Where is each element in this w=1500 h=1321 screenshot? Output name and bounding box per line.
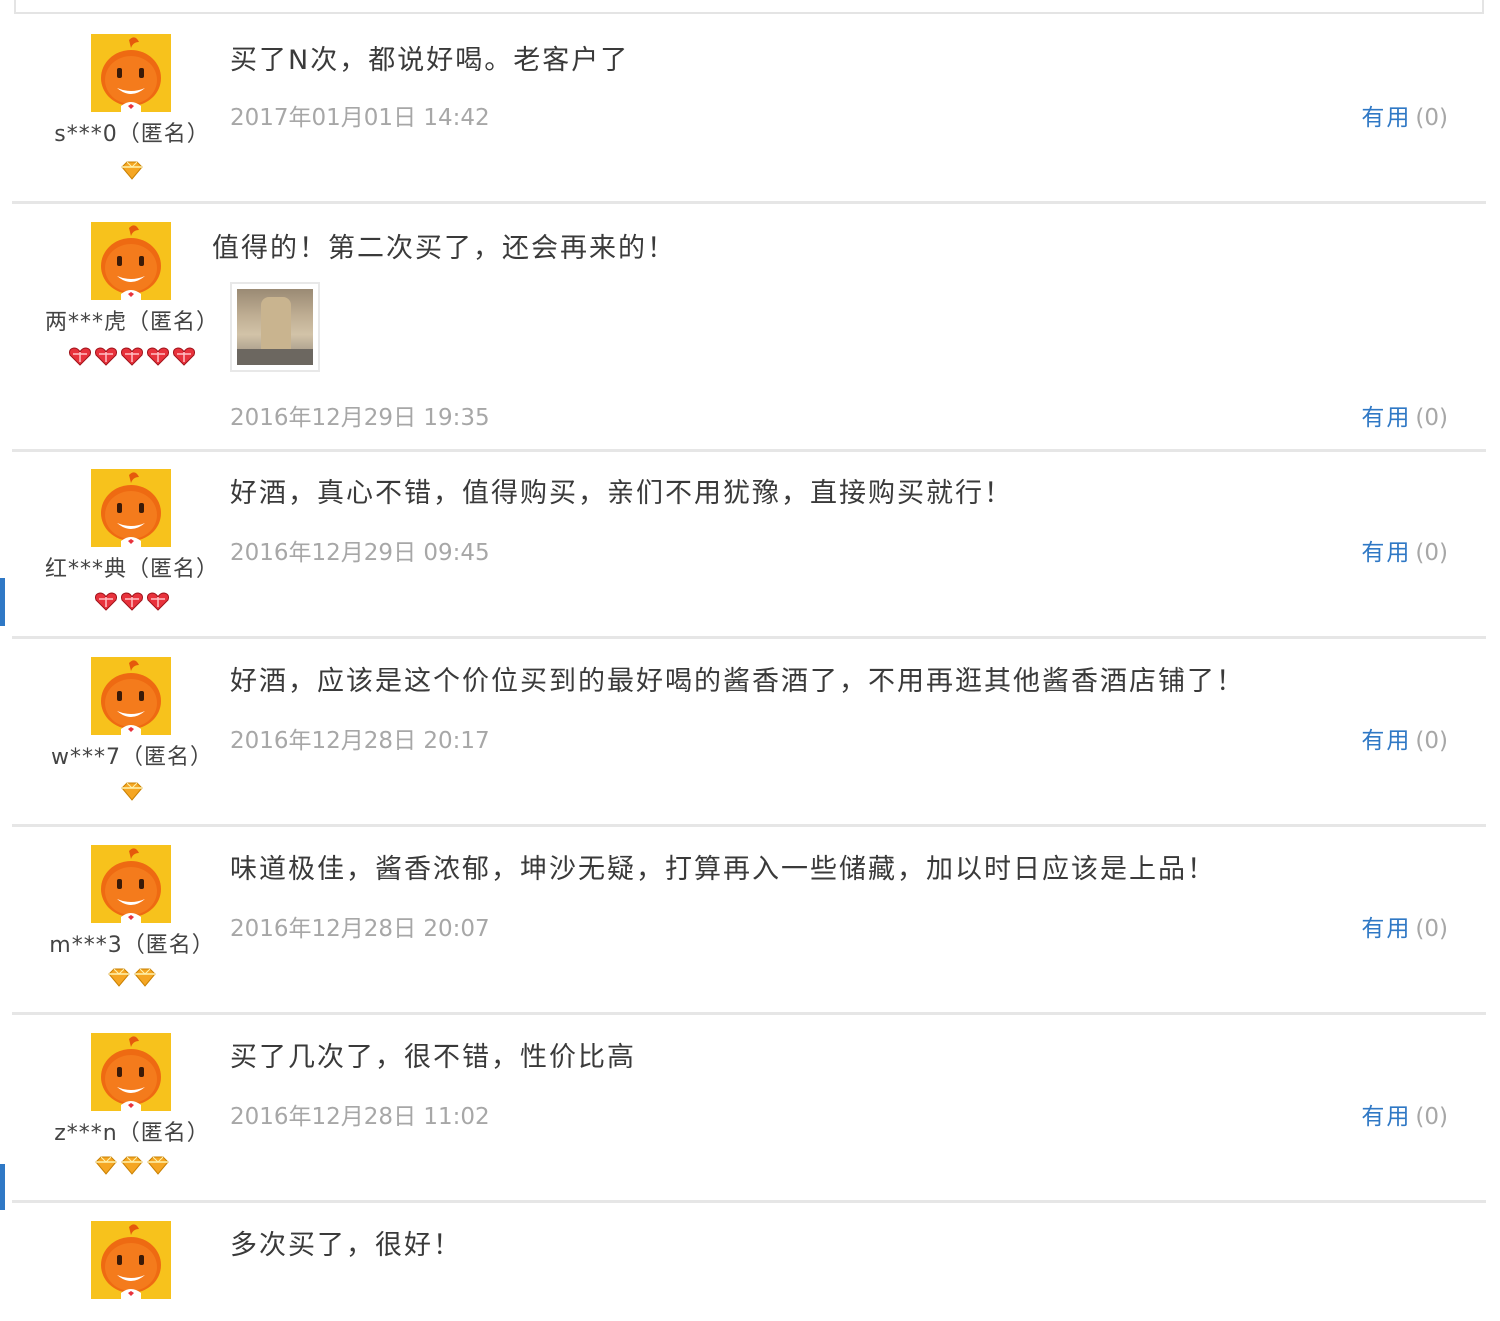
member-level-icons	[12, 160, 252, 180]
review-date: 2016年12月29日 19:35	[230, 405, 490, 431]
heart-icon	[147, 347, 169, 366]
mascot-icon	[91, 845, 171, 923]
avatar	[91, 34, 171, 112]
useful-label[interactable]: 有用	[1361, 1104, 1411, 1130]
mascot-icon	[91, 222, 171, 300]
avatar	[91, 1221, 171, 1299]
diamond-icon	[147, 1156, 169, 1175]
avatar	[91, 469, 171, 547]
useful-button[interactable]: 有用 (0)	[1361, 1097, 1448, 1131]
useful-count: (0)	[1415, 105, 1448, 131]
mascot-icon	[91, 657, 171, 735]
review-text: 味道极佳，酱香浓郁，坤沙无疑，打算再入一些储藏，加以时日应该是上品！	[230, 854, 1216, 885]
diamond-icon	[108, 968, 130, 987]
review-text: 买了N次，都说好喝。老客户了	[230, 45, 630, 76]
reviewer-name: 两***虎（匿名）	[44, 310, 219, 335]
useful-count: (0)	[1415, 728, 1448, 754]
diamond-icon	[121, 1156, 143, 1175]
avatar	[91, 222, 171, 300]
scroll-indicator	[0, 1164, 5, 1210]
member-level-icons	[12, 781, 252, 801]
useful-button[interactable]: 有用 (0)	[1361, 98, 1448, 132]
review-item: s***0（匿名） 买了N次，都说好喝。老客户了 2017年01月01日 14:…	[12, 14, 1486, 204]
mascot-icon	[91, 1033, 171, 1111]
mascot-icon	[91, 34, 171, 112]
reviewer-name: w***7（匿名）	[51, 745, 213, 770]
diamond-icon	[134, 968, 156, 987]
heart-icon	[95, 592, 117, 611]
useful-button[interactable]: 有用 (0)	[1361, 721, 1448, 755]
heart-icon	[69, 347, 91, 366]
heart-icon	[121, 347, 143, 366]
heart-icon	[147, 592, 169, 611]
reviewer-name: s***0（匿名）	[54, 122, 210, 147]
useful-count: (0)	[1415, 1104, 1448, 1130]
useful-label[interactable]: 有用	[1361, 405, 1411, 431]
member-level-icons	[12, 346, 252, 366]
diamond-icon	[121, 161, 143, 180]
review-item: w***7（匿名） 好酒，应该是这个价位买到的最好喝的酱香酒了，不用再逛其他酱香…	[12, 637, 1486, 827]
review-text: 好酒，应该是这个价位买到的最好喝的酱香酒了，不用再逛其他酱香酒店铺了！	[230, 666, 1245, 697]
useful-label[interactable]: 有用	[1361, 105, 1411, 131]
review-text: 好酒，真心不错，值得购买，亲们不用犹豫，直接购买就行！	[230, 478, 1013, 509]
review-text: 买了几次了，很不错，性价比高	[230, 1042, 636, 1073]
avatar	[91, 657, 171, 735]
review-item: z***n（匿名） 买了几次了，很不错，性价比高 2016年12月28日 11:…	[12, 1013, 1486, 1203]
reviewer-name: m***3（匿名）	[49, 933, 215, 958]
useful-label[interactable]: 有用	[1361, 728, 1411, 754]
mascot-icon	[91, 1221, 171, 1299]
useful-button[interactable]: 有用 (0)	[1361, 909, 1448, 943]
useful-label[interactable]: 有用	[1361, 916, 1411, 942]
review-date: 2016年12月29日 09:45	[230, 540, 490, 566]
previous-section-frame	[14, 0, 1484, 14]
heart-icon	[95, 347, 117, 366]
member-level-icons	[12, 1155, 252, 1175]
useful-button[interactable]: 有用 (0)	[1361, 533, 1448, 567]
review-item: 红***典（匿名） 好酒，真心不错，值得购买，亲们不用犹豫，直接购买就行！ 20…	[12, 449, 1486, 639]
member-level-icons	[12, 967, 252, 987]
useful-count: (0)	[1415, 916, 1448, 942]
heart-icon	[173, 347, 195, 366]
member-level-icons	[12, 591, 252, 611]
review-text: 多次买了，很好！	[230, 1230, 462, 1261]
reviewer-name: 红***典（匿名）	[44, 557, 219, 582]
heart-icon	[121, 592, 143, 611]
avatar	[91, 1033, 171, 1111]
review-item: 多次买了，很好！	[12, 1201, 1486, 1321]
diamond-icon	[121, 782, 143, 801]
useful-button[interactable]: 有用 (0)	[1361, 398, 1448, 432]
review-item: 两***虎（匿名） 值得的！第二次买了，还会再来的！ 2016年12月29日 1…	[12, 202, 1486, 452]
review-photo-thumbnail[interactable]	[230, 282, 320, 372]
useful-count: (0)	[1415, 405, 1448, 431]
reviewer-name: z***n（匿名）	[54, 1121, 210, 1146]
useful-label[interactable]: 有用	[1361, 540, 1411, 566]
review-photo	[237, 289, 313, 365]
review-item: m***3（匿名） 味道极佳，酱香浓郁，坤沙无疑，打算再入一些储藏，加以时日应该…	[12, 825, 1486, 1015]
useful-count: (0)	[1415, 540, 1448, 566]
scroll-indicator	[0, 578, 5, 626]
review-date: 2016年12月28日 11:02	[230, 1104, 490, 1130]
diamond-icon	[95, 1156, 117, 1175]
review-date: 2016年12月28日 20:07	[230, 916, 490, 942]
review-text: 值得的！第二次买了，还会再来的！	[212, 233, 676, 264]
mascot-icon	[91, 469, 171, 547]
review-date: 2017年01月01日 14:42	[230, 105, 490, 131]
avatar	[91, 845, 171, 923]
review-date: 2016年12月28日 20:17	[230, 728, 490, 754]
